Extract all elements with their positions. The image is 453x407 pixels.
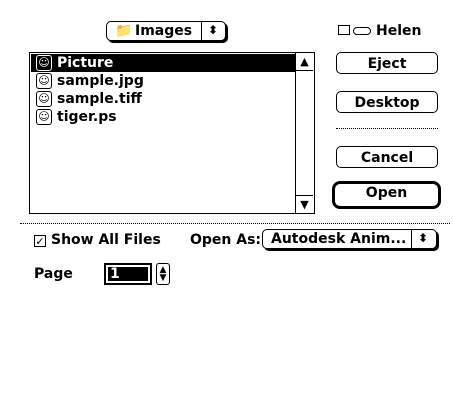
folder-popup-label: Images [135, 23, 193, 39]
file-name: tiger.ps [57, 109, 117, 125]
stepper-down-icon[interactable]: ▼ [157, 273, 169, 283]
file-row-tiger-ps[interactable]: ☺ tiger.ps [31, 108, 297, 126]
file-name: Picture [57, 55, 114, 71]
button-divider [336, 128, 438, 129]
volume-label: Helen [376, 23, 422, 39]
open-as-label: Open As: [190, 232, 262, 248]
vertical-scrollbar[interactable]: ▲ ▼ [295, 53, 314, 213]
cable-icon [353, 27, 371, 35]
file-row-sample-jpg[interactable]: ☺ sample.jpg [31, 72, 297, 90]
file-row-picture[interactable]: ☺ Picture [31, 54, 297, 72]
file-name: sample.jpg [57, 73, 144, 89]
desktop-button[interactable]: Desktop [336, 91, 438, 113]
eject-button[interactable]: Eject [336, 52, 438, 74]
show-all-files-label: Show All Files [51, 232, 161, 248]
open-as-value: Autodesk Anim... [271, 231, 407, 247]
disk-icon [338, 25, 350, 35]
file-list[interactable]: ☺ Picture ☺ sample.jpg ☺ sample.tiff ☺ t… [29, 52, 315, 214]
file-row-sample-tiff[interactable]: ☺ sample.tiff [31, 90, 297, 108]
cancel-button[interactable]: Cancel [336, 146, 438, 168]
open-as-popup[interactable]: Autodesk Anim... ⬍ [262, 229, 437, 249]
volume-indicator: Helen [338, 23, 438, 43]
open-button[interactable]: Open [332, 181, 441, 209]
page-label: Page [34, 266, 73, 282]
page-field-value-highlight: 1 [108, 266, 148, 282]
document-icon: ☺ [36, 91, 52, 107]
document-icon: ☺ [36, 55, 52, 71]
page-stepper[interactable]: ▲ ▼ [156, 263, 170, 285]
scroll-up-arrow-icon[interactable]: ▲ [296, 53, 313, 71]
dialog-separator [20, 223, 450, 224]
show-all-files-checkbox[interactable]: ✓ [34, 235, 46, 247]
folder-popup[interactable]: 📁 Images ⬍ [106, 21, 226, 41]
updown-arrows-icon: ⬍ [208, 23, 219, 37]
page-field[interactable]: 1 [104, 263, 152, 285]
document-icon: ☺ [36, 73, 52, 89]
folder-icon: 📁 [115, 23, 133, 39]
scroll-down-arrow-icon[interactable]: ▼ [296, 195, 313, 213]
file-name: sample.tiff [57, 91, 142, 107]
page-value: 1 [110, 266, 120, 282]
updown-arrows-icon: ⬍ [418, 231, 429, 245]
popup-divider [201, 22, 202, 40]
popup-divider [411, 230, 412, 248]
document-icon: ☺ [36, 109, 52, 125]
